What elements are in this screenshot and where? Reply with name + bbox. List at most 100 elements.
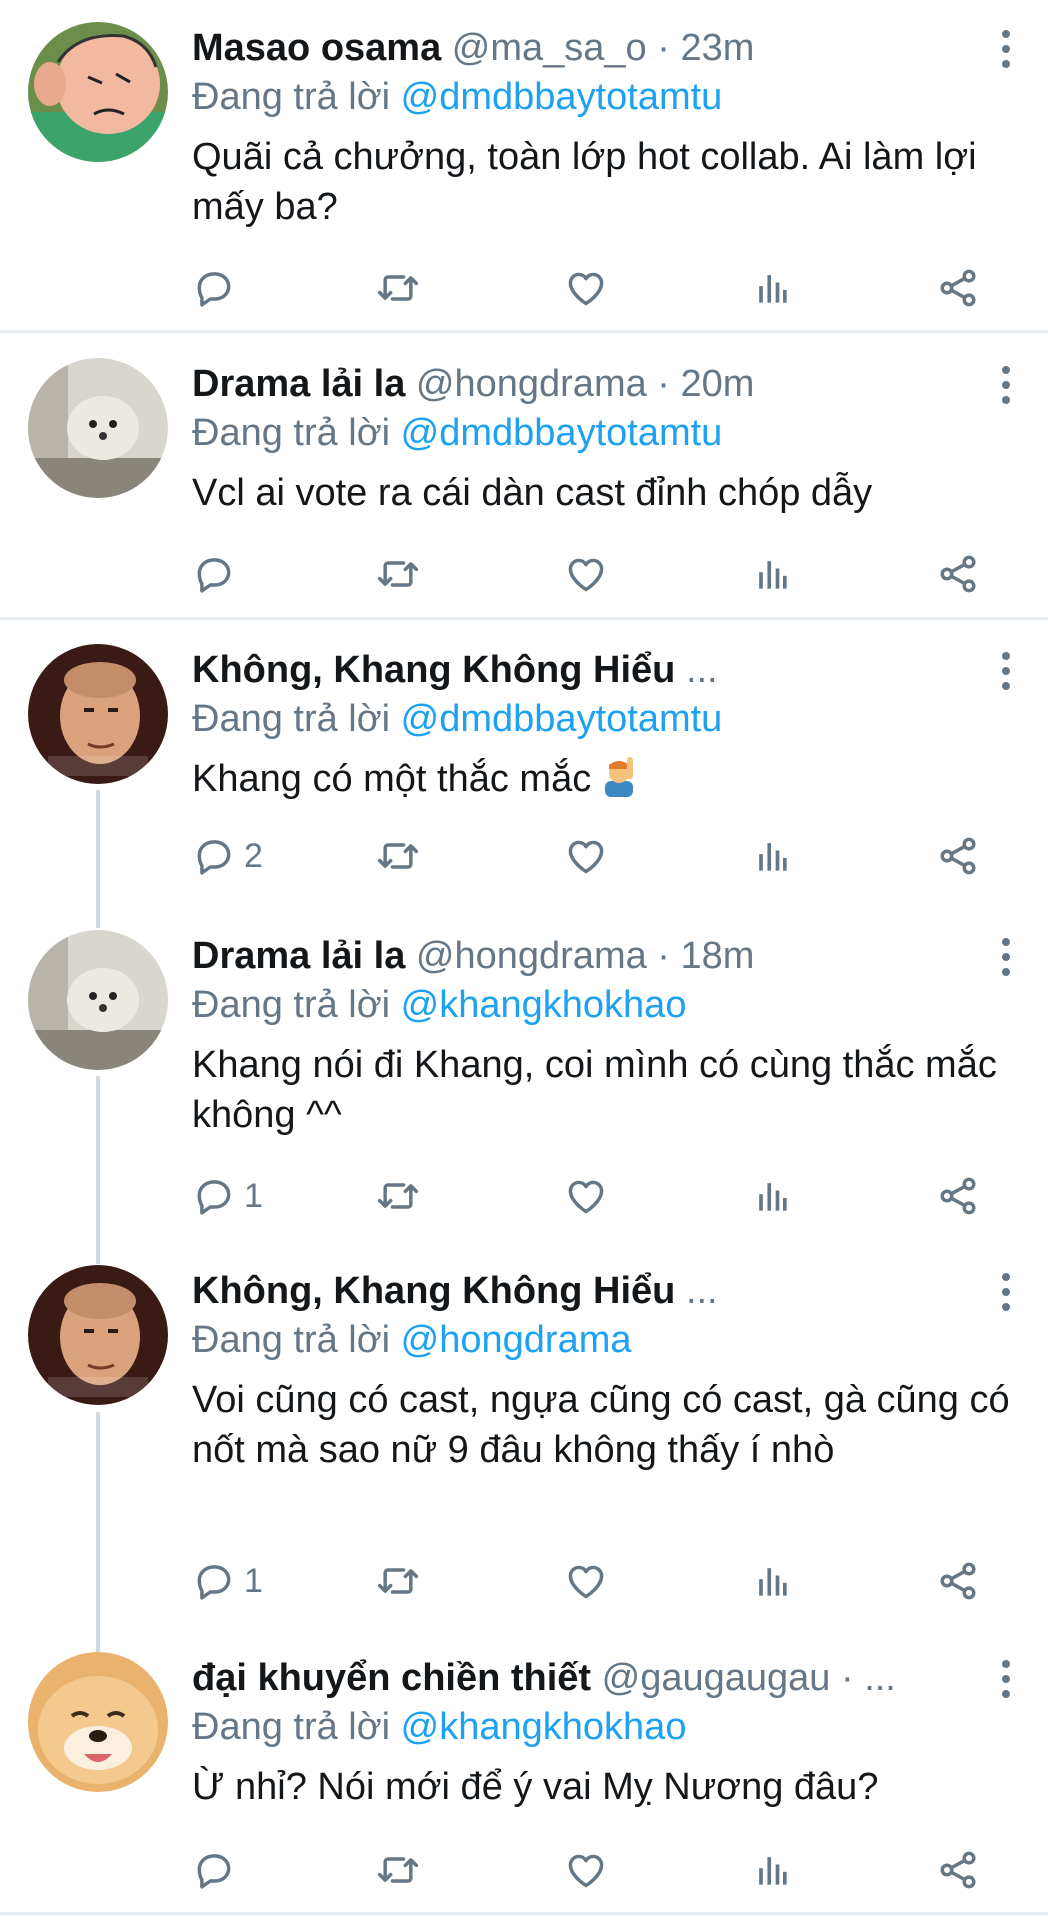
- analytics-button[interactable]: [750, 548, 794, 600]
- reply-button[interactable]: 2: [192, 830, 263, 882]
- retweet-icon: [376, 266, 420, 310]
- analytics-icon: [750, 266, 794, 310]
- share-button[interactable]: [936, 548, 980, 600]
- action-bar: [0, 262, 1048, 314]
- action-bar: [0, 1844, 1048, 1896]
- display-name[interactable]: Không, Khang Không Hiểu: [192, 649, 675, 691]
- tweet-header: đại khuyển chiền thiết @gaugaugau · ...: [192, 1652, 988, 1704]
- avatar[interactable]: [28, 930, 168, 1070]
- tweet-header: Drama lải la @hongdrama · 18m: [192, 930, 988, 982]
- avatar[interactable]: [28, 644, 168, 784]
- share-button[interactable]: [936, 1555, 980, 1607]
- like-button[interactable]: [564, 1555, 608, 1607]
- share-icon: [936, 834, 980, 878]
- tweet-text: Ừ nhỉ? Nói mới để ý vai Mỵ Nương đâu?: [192, 1766, 879, 1808]
- replying-to: Đang trả lời @dmdbbaytotamtu: [192, 72, 722, 122]
- replying-to: Đang trả lời @dmdbbaytotamtu: [192, 408, 722, 458]
- analytics-button[interactable]: [750, 262, 794, 314]
- reply-button[interactable]: 1: [192, 1170, 263, 1222]
- display-name[interactable]: Masao osama: [192, 27, 441, 69]
- heart-icon: [564, 834, 608, 878]
- replying-to-label: Đang trả lời: [192, 1706, 391, 1748]
- handle[interactable]: @hongdrama: [416, 935, 647, 977]
- like-button[interactable]: [564, 548, 608, 600]
- retweet-button[interactable]: [376, 1555, 420, 1607]
- replying-to-label: Đang trả lời: [192, 1319, 391, 1361]
- heart-icon: [564, 1174, 608, 1218]
- reply-icon: [192, 1848, 236, 1892]
- heart-icon: [564, 552, 608, 596]
- reply-button[interactable]: [192, 548, 244, 600]
- reply-icon: [192, 552, 236, 596]
- mention-link[interactable]: @dmdbbaytotamtu: [401, 412, 723, 454]
- display-name[interactable]: Không, Khang Không Hiểu: [192, 1270, 675, 1312]
- more-vertical-icon[interactable]: [998, 1660, 1012, 1700]
- separator: [0, 330, 1048, 333]
- display-name[interactable]: đại khuyển chiền thiết: [192, 1657, 591, 1699]
- more-vertical-icon[interactable]: [998, 366, 1012, 406]
- tweet-text: Quãi cả chưởng, toàn lớp hot collab. Ai …: [192, 136, 977, 228]
- replying-to-label: Đang trả lời: [192, 412, 391, 454]
- mention-link[interactable]: @khangkhokhao: [401, 984, 687, 1026]
- more-vertical-icon[interactable]: [998, 30, 1012, 70]
- replying-to-label: Đang trả lời: [192, 698, 391, 740]
- reply-button[interactable]: [192, 262, 244, 314]
- avatar[interactable]: [28, 358, 168, 498]
- retweet-icon: [376, 1174, 420, 1218]
- replying-to: Đang trả lời @khangkhokhao: [192, 1702, 686, 1752]
- reply-icon: [192, 266, 236, 310]
- display-name[interactable]: Drama lải la: [192, 935, 405, 977]
- retweet-button[interactable]: [376, 830, 420, 882]
- analytics-button[interactable]: [750, 1844, 794, 1896]
- avatar-image: [28, 644, 168, 784]
- mention-link[interactable]: @dmdbbaytotamtu: [401, 76, 723, 118]
- action-bar: 1: [0, 1555, 1048, 1607]
- share-button[interactable]: [936, 1844, 980, 1896]
- more-vertical-icon[interactable]: [998, 652, 1012, 692]
- avatar[interactable]: [28, 1652, 168, 1792]
- share-button[interactable]: [936, 262, 980, 314]
- like-button[interactable]: [564, 830, 608, 882]
- avatar[interactable]: [28, 22, 168, 162]
- share-button[interactable]: [936, 830, 980, 882]
- heart-icon: [564, 266, 608, 310]
- reply-count: 1: [244, 1176, 263, 1215]
- replying-to-label: Đang trả lời: [192, 76, 391, 118]
- tweet-header: Drama lải la @hongdrama · 20m: [192, 358, 988, 410]
- timestamp: · 18m: [657, 935, 755, 977]
- reply-button[interactable]: [192, 1844, 244, 1896]
- avatar-image: [28, 1265, 168, 1405]
- retweet-button[interactable]: [376, 262, 420, 314]
- mention-link[interactable]: @dmdbbaytotamtu: [401, 698, 723, 740]
- reply-button[interactable]: 1: [192, 1555, 263, 1607]
- display-name[interactable]: Drama lải la: [192, 363, 405, 405]
- share-button[interactable]: [936, 1170, 980, 1222]
- avatar[interactable]: [28, 1265, 168, 1405]
- handle[interactable]: ...: [686, 1270, 718, 1312]
- timestamp: · 20m: [657, 363, 755, 405]
- retweet-icon: [376, 1559, 420, 1603]
- retweet-button[interactable]: [376, 1844, 420, 1896]
- analytics-button[interactable]: [750, 1170, 794, 1222]
- more-vertical-icon[interactable]: [998, 1273, 1012, 1313]
- tweet-text: Voi cũng có cast, ngựa cũng có cast, gà …: [192, 1379, 1010, 1471]
- analytics-button[interactable]: [750, 830, 794, 882]
- analytics-button[interactable]: [750, 1555, 794, 1607]
- handle[interactable]: ...: [686, 649, 718, 691]
- separator: [0, 617, 1048, 620]
- like-button[interactable]: [564, 1844, 608, 1896]
- handle[interactable]: @hongdrama: [416, 363, 647, 405]
- mention-link[interactable]: @khangkhokhao: [401, 1706, 687, 1748]
- like-button[interactable]: [564, 1170, 608, 1222]
- thread-line: [96, 1412, 100, 1652]
- retweet-button[interactable]: [376, 1170, 420, 1222]
- mention-link[interactable]: @hongdrama: [401, 1319, 632, 1361]
- replying-to: Đang trả lời @hongdrama: [192, 1315, 632, 1365]
- retweet-button[interactable]: [376, 548, 420, 600]
- handle[interactable]: @gaugaugau: [602, 1657, 831, 1699]
- handle[interactable]: @ma_sa_o: [452, 27, 647, 69]
- more-vertical-icon[interactable]: [998, 938, 1012, 978]
- action-bar: 1: [0, 1170, 1048, 1222]
- like-button[interactable]: [564, 262, 608, 314]
- retweet-icon: [376, 1848, 420, 1892]
